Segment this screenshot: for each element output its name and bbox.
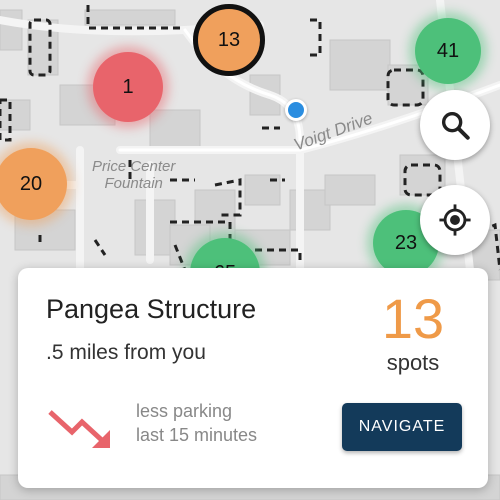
- search-icon: [441, 111, 470, 140]
- search-button[interactable]: [420, 90, 490, 160]
- user-location-dot: [285, 99, 307, 121]
- parking-structure-name: Pangea Structure: [46, 294, 257, 324]
- marker-1[interactable]: 1: [93, 52, 163, 122]
- marker-13-selected[interactable]: 13: [193, 4, 265, 76]
- distance-text: .5 miles from you: [46, 341, 206, 364]
- landmark-label-line1: Price Center: [92, 158, 176, 175]
- navigate-button[interactable]: NAVIGATE: [342, 403, 462, 451]
- my-location-icon: [439, 204, 471, 236]
- trend-text-line2: last 15 minutes: [136, 425, 258, 445]
- parking-info-card[interactable]: Pangea Structure .5 miles from you 13 sp…: [18, 268, 488, 488]
- available-spots-count: 13: [381, 287, 445, 350]
- available-spots-label: spots: [386, 350, 440, 375]
- trending-down-icon: [48, 410, 110, 448]
- landmark-label: Price Center Fountain: [92, 158, 175, 192]
- marker-41[interactable]: 41: [415, 18, 481, 84]
- my-location-button[interactable]: [420, 185, 490, 255]
- landmark-label-line2: Fountain: [104, 175, 163, 192]
- trend-text-line1: less parking: [136, 401, 233, 421]
